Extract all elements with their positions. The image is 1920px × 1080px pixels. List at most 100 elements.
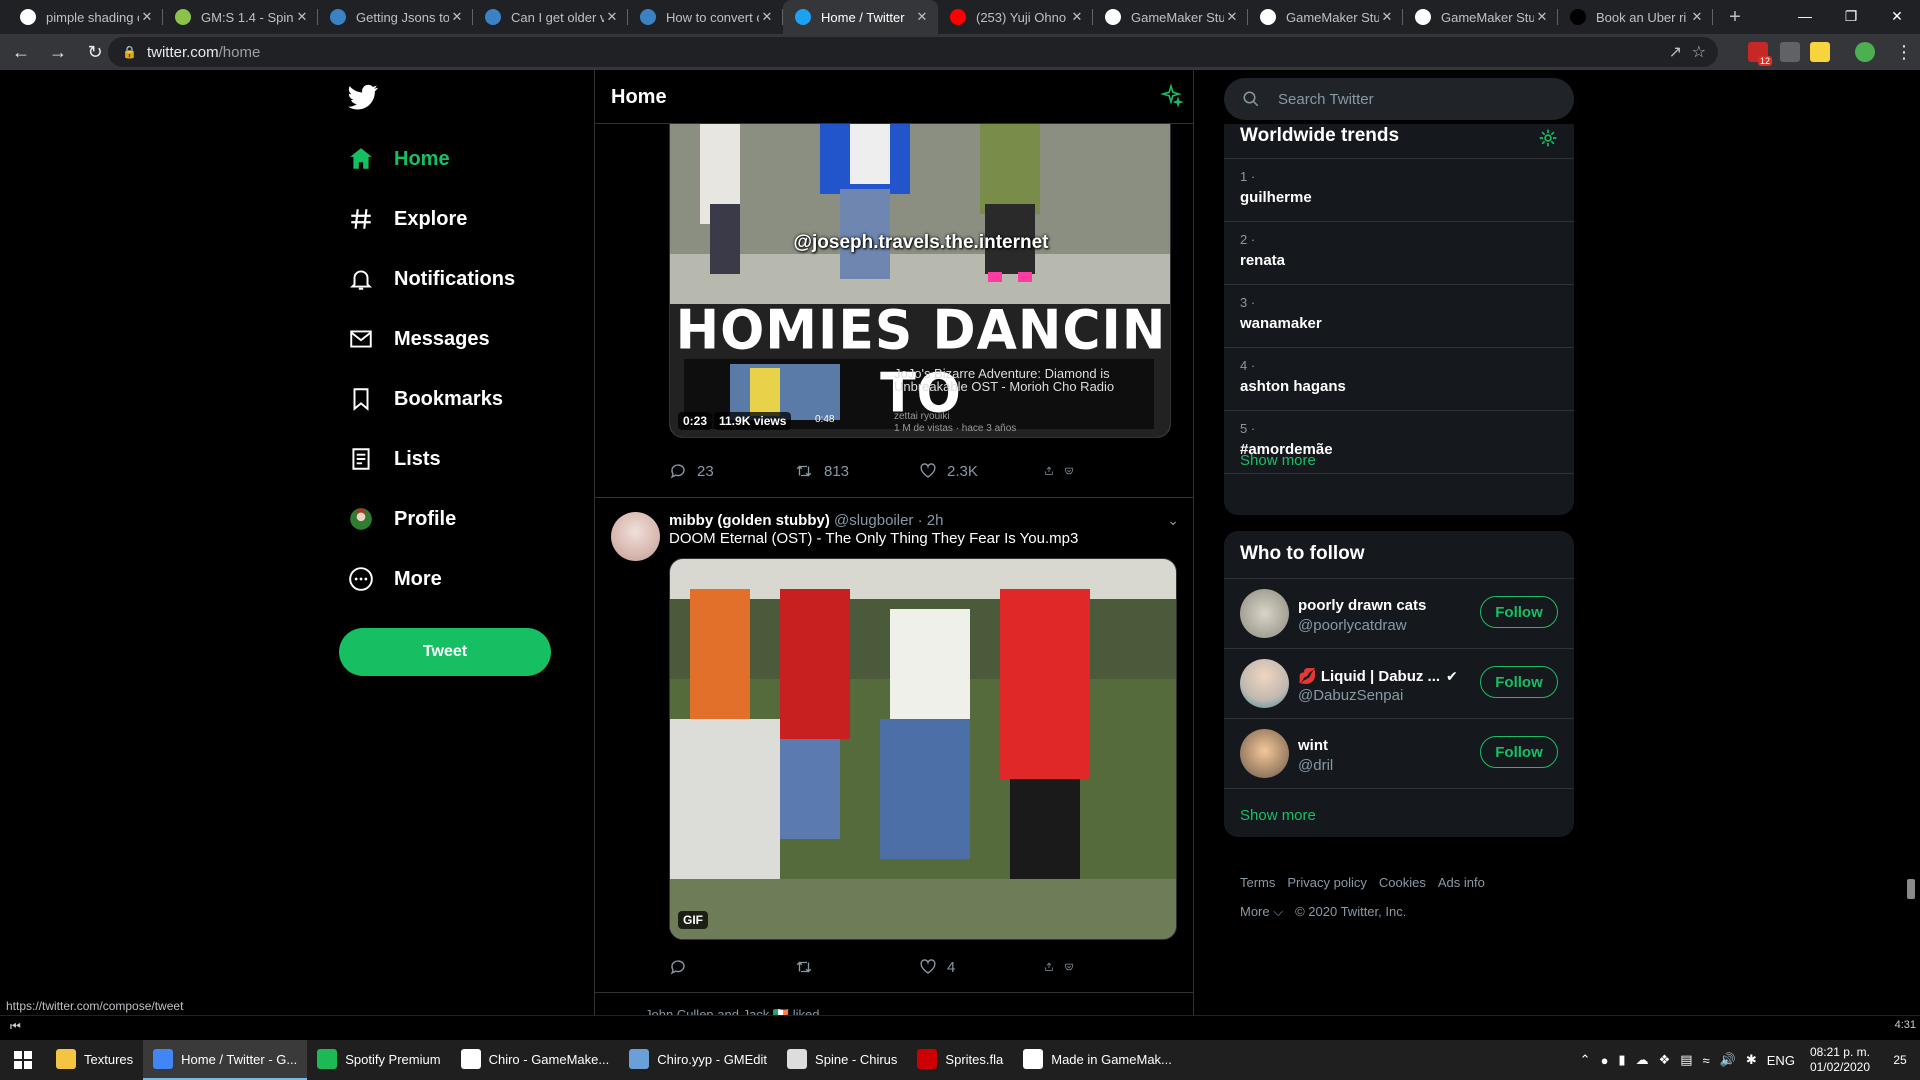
- footer-link[interactable]: Privacy policy: [1287, 875, 1366, 890]
- sidebar-item-more[interactable]: More: [348, 557, 442, 601]
- search-box[interactable]: [1224, 78, 1574, 120]
- close-icon[interactable]: ✕: [1534, 9, 1550, 25]
- close-icon[interactable]: ✕: [1379, 9, 1395, 25]
- footer-link[interactable]: Ads info: [1438, 875, 1485, 890]
- tray-app-icon[interactable]: ●: [1601, 1053, 1609, 1068]
- avatar[interactable]: [1240, 729, 1289, 778]
- follow-suggestion[interactable]: wint @dril Follow: [1224, 718, 1574, 788]
- extension-notes-icon[interactable]: [1810, 42, 1830, 62]
- tweet-author-handle[interactable]: @slugboiler: [834, 512, 913, 529]
- profile-avatar-icon[interactable]: [1855, 42, 1875, 62]
- sidebar-item-explore[interactable]: Explore: [348, 197, 467, 241]
- close-window-button[interactable]: ✕: [1874, 0, 1920, 32]
- follow-button[interactable]: Follow: [1480, 736, 1558, 768]
- dropbox-icon[interactable]: ❖: [1659, 1052, 1671, 1068]
- close-icon[interactable]: ✕: [604, 9, 620, 25]
- browser-tab[interactable]: pimple shading c ✕: [8, 0, 163, 34]
- tweet-video[interactable]: @joseph.travels.the.internet HOMIES DANC…: [669, 124, 1171, 438]
- trend-item[interactable]: 2 · renata: [1224, 221, 1574, 284]
- address-bar[interactable]: 🔒 twitter.com/home ↗ ☆: [108, 37, 1718, 67]
- network-icon[interactable]: ▤: [1680, 1052, 1692, 1068]
- bluetooth-icon[interactable]: ✱: [1746, 1052, 1757, 1068]
- browser-tab[interactable]: GameMaker Stu ✕: [1248, 0, 1403, 34]
- scrollbar-thumb[interactable]: [1907, 879, 1915, 899]
- close-icon[interactable]: ✕: [1224, 9, 1240, 25]
- taskbar-app[interactable]: Spotify Premium: [307, 1040, 450, 1080]
- taskbar-app[interactable]: Made in GameMak...: [1013, 1040, 1182, 1080]
- close-icon[interactable]: ✕: [1069, 9, 1085, 25]
- clock[interactable]: 08:21 p. m. 01/02/2020: [1810, 1045, 1870, 1075]
- language-indicator[interactable]: ENG: [1767, 1053, 1795, 1068]
- tweet-time[interactable]: 2h: [927, 512, 944, 529]
- browser-tab[interactable]: GameMaker Stu ✕: [1403, 0, 1558, 34]
- follow-suggestion[interactable]: poorly drawn cats @poorlycatdraw Follow: [1224, 578, 1574, 648]
- follow-button[interactable]: Follow: [1480, 596, 1558, 628]
- browser-tab[interactable]: Home / Twitter ✕: [783, 0, 938, 34]
- taskbar-app[interactable]: Chiro - GameMake...: [451, 1040, 620, 1080]
- who-to-follow-show-more[interactable]: Show more: [1240, 807, 1316, 824]
- tweet-author-name[interactable]: mibby (golden stubby): [669, 512, 830, 529]
- onedrive-icon[interactable]: ☁: [1636, 1052, 1649, 1068]
- retweet-button[interactable]: 813: [794, 462, 919, 480]
- browser-tab[interactable]: GM:S 1.4 - Spine ✕: [163, 0, 318, 34]
- forward-button[interactable]: →: [42, 36, 74, 68]
- gear-icon[interactable]: [1538, 128, 1558, 148]
- tweet-gif[interactable]: GIF: [669, 558, 1177, 940]
- close-icon[interactable]: ✕: [294, 9, 310, 25]
- close-icon[interactable]: ✕: [139, 9, 155, 25]
- sparkle-icon[interactable]: [1159, 84, 1183, 108]
- footer-link[interactable]: Terms: [1240, 875, 1275, 890]
- avatar[interactable]: [1240, 659, 1289, 708]
- taskbar-app[interactable]: Textures: [46, 1040, 143, 1080]
- sidebar-item-bookmarks[interactable]: Bookmarks: [348, 377, 503, 421]
- trend-item[interactable]: 1 · guilherme: [1224, 158, 1574, 221]
- browser-tab[interactable]: Can I get older v ✕: [473, 0, 628, 34]
- sidebar-item-profile[interactable]: Profile: [348, 497, 456, 541]
- media-previous-icon[interactable]: ⏮: [10, 1019, 21, 1034]
- new-tab-button[interactable]: +: [1721, 3, 1749, 31]
- avatar[interactable]: [1240, 589, 1289, 638]
- taskbar-app[interactable]: Home / Twitter - G...: [143, 1040, 308, 1080]
- taskbar-app[interactable]: Spine - Chirus: [777, 1040, 907, 1080]
- open-external-icon[interactable]: ↗: [1669, 42, 1682, 62]
- follow-button[interactable]: Follow: [1480, 666, 1558, 698]
- browser-tab[interactable]: GameMaker Stu ✕: [1093, 0, 1248, 34]
- browser-tab[interactable]: Book an Uber ri ✕: [1558, 0, 1713, 34]
- trend-item[interactable]: 3 · wanamaker: [1224, 284, 1574, 347]
- tray-overflow-icon[interactable]: ⌃: [1580, 1052, 1591, 1068]
- tweet-button[interactable]: Tweet: [339, 628, 551, 676]
- sidebar-item-notifications[interactable]: Notifications: [348, 257, 515, 301]
- volume-icon[interactable]: 🔊: [1720, 1052, 1736, 1068]
- taskbar-app[interactable]: Sprites.fla: [907, 1040, 1013, 1080]
- chevron-down-icon[interactable]: ⌄: [1167, 512, 1179, 529]
- footer-more[interactable]: More ⌵: [1240, 904, 1283, 919]
- share-button[interactable]: [1044, 958, 1084, 976]
- minimize-button[interactable]: —: [1782, 0, 1828, 32]
- close-icon[interactable]: ✕: [449, 9, 465, 25]
- reply-button[interactable]: 23: [669, 462, 794, 480]
- sidebar-item-lists[interactable]: Lists: [348, 437, 441, 481]
- sidebar-item-messages[interactable]: Messages: [348, 317, 490, 361]
- share-button[interactable]: [1044, 462, 1084, 480]
- reply-button[interactable]: [669, 958, 794, 976]
- browser-tab[interactable]: Getting Jsons to ✕: [318, 0, 473, 34]
- browser-tab[interactable]: How to convert c ✕: [628, 0, 783, 34]
- trend-item[interactable]: 4 · ashton hagans: [1224, 347, 1574, 410]
- like-button[interactable]: 2.3K: [919, 462, 1044, 480]
- trends-show-more[interactable]: Show more: [1240, 452, 1316, 469]
- close-icon[interactable]: ✕: [914, 9, 930, 25]
- like-button[interactable]: 4: [919, 958, 1044, 976]
- footer-link[interactable]: Cookies: [1379, 875, 1426, 890]
- action-center-button[interactable]: 25: [1880, 1040, 1920, 1080]
- restore-button[interactable]: ❐: [1828, 0, 1874, 32]
- taskbar-app[interactable]: Chiro.yyp - GMEdit: [619, 1040, 777, 1080]
- windows-start-button[interactable]: [0, 1040, 46, 1080]
- chrome-menu-icon[interactable]: ⋮: [1888, 36, 1920, 68]
- page-scrollbar[interactable]: [1902, 70, 1920, 1015]
- social-context[interactable]: John Cullen and Jack 🇮🇪 liked: [645, 1007, 819, 1015]
- sidebar-item-home[interactable]: Home: [348, 137, 450, 181]
- back-button[interactable]: ←: [5, 36, 37, 68]
- close-icon[interactable]: ✕: [759, 9, 775, 25]
- wifi-icon[interactable]: ≈: [1703, 1053, 1710, 1068]
- extension-pocket-icon[interactable]: [1780, 42, 1800, 62]
